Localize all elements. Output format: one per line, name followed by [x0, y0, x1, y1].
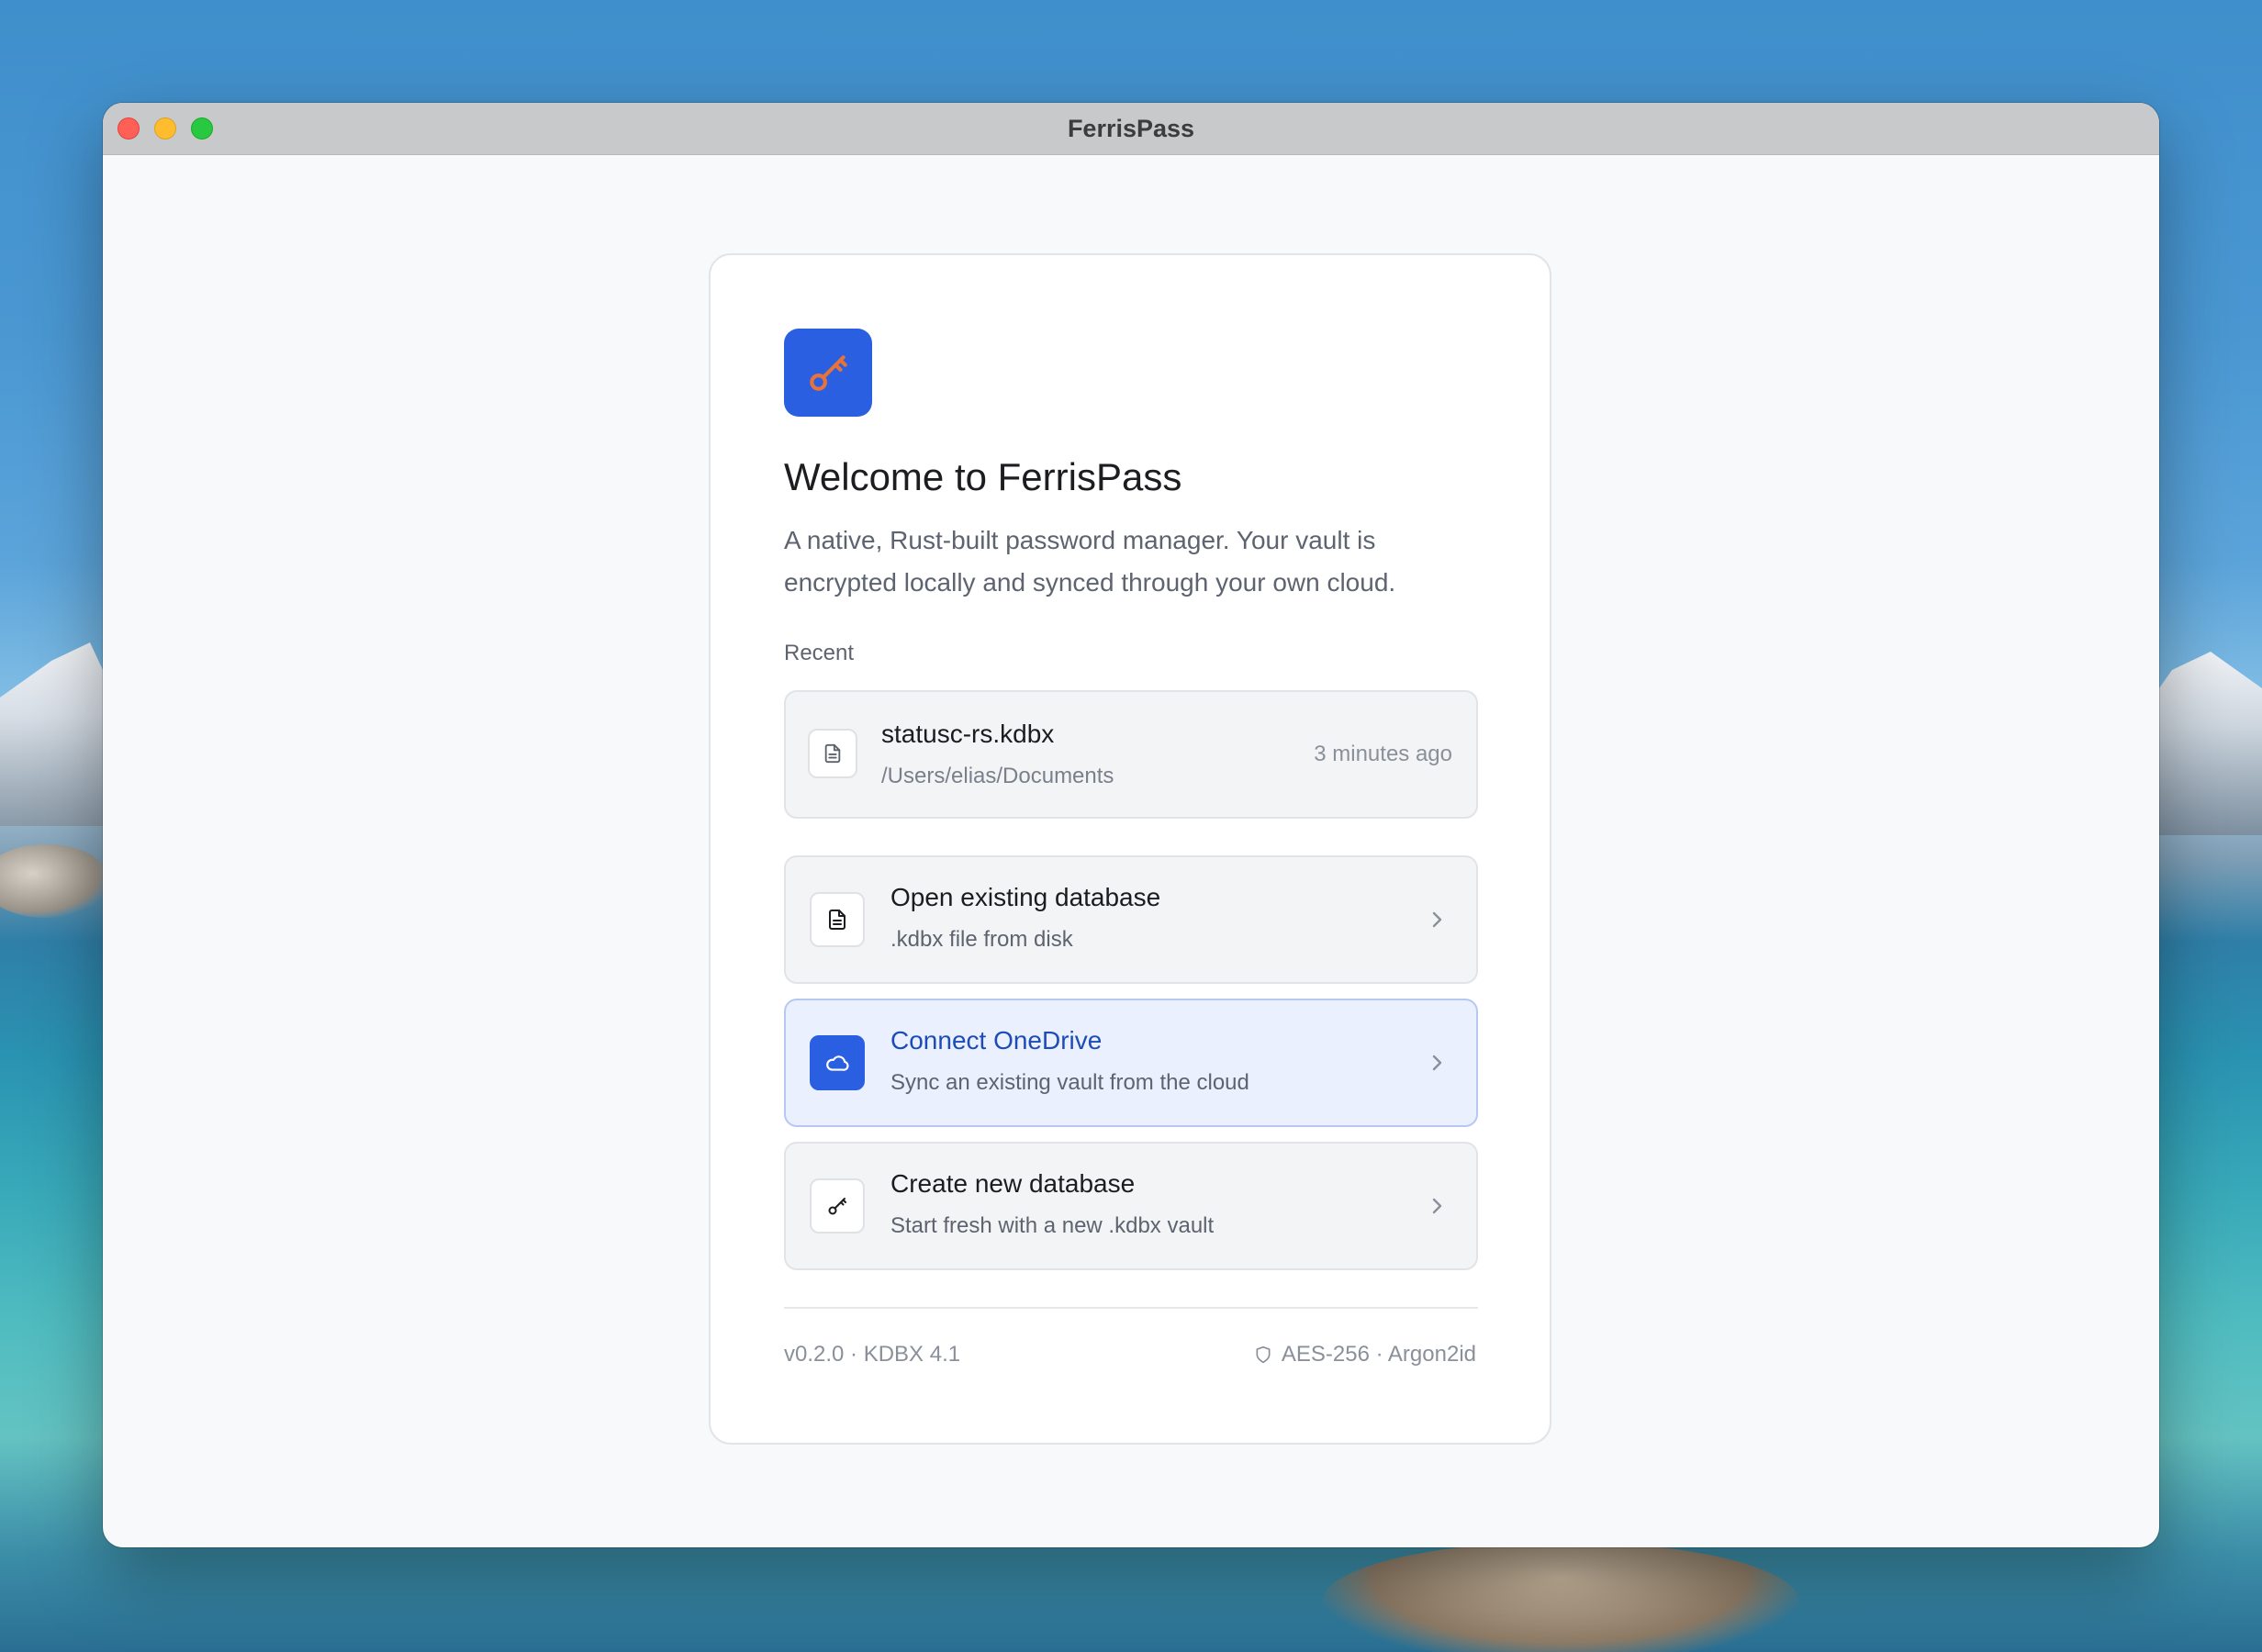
connect-onedrive-button[interactable]: Connect OneDrive Sync an existing vault … [784, 999, 1478, 1127]
chevron-right-icon [1427, 905, 1449, 934]
key-icon [810, 355, 847, 391]
recent-file-icon-box [808, 729, 857, 778]
action-subtitle: Start fresh with a new .kdbx vault [890, 1213, 1215, 1238]
document-icon [829, 910, 845, 930]
document-icon [824, 743, 841, 764]
action-title: Create new database [890, 1169, 1136, 1198]
app-description: A native, Rust-built password manager. Y… [784, 526, 1396, 597]
action-subtitle: Sync an existing vault from the cloud [890, 1070, 1249, 1095]
recent-filename: statusc-rs.kdbx [881, 720, 1055, 748]
window-title: FerrisPass [1067, 115, 1195, 142]
open-existing-database-button[interactable]: Open existing database .kdbx file from d… [784, 855, 1478, 984]
app-logo [784, 329, 872, 417]
footer-divider [784, 1307, 1478, 1309]
version-info: v0.2.0 · KDBX 4.1 [784, 1342, 961, 1367]
encryption-info: AES-256 · Argon2id [1254, 1342, 1476, 1367]
action-title: Open existing database [890, 883, 1161, 911]
recent-timestamp: 3 minutes ago [1314, 742, 1452, 766]
cloud-icon [826, 1055, 849, 1071]
create-new-database-button[interactable]: Create new database Start fresh with a n… [784, 1142, 1478, 1270]
app-window: FerrisPass Welcome to FerrisPass A nativ… [103, 103, 2159, 1547]
shield-icon [1254, 1345, 1272, 1365]
background-rock [1322, 1542, 1799, 1652]
page-title: Welcome to FerrisPass [784, 455, 1182, 498]
background-rock [0, 844, 110, 918]
action-title: Connect OneDrive [890, 1026, 1103, 1055]
create-database-icon-box [810, 1178, 865, 1233]
recent-database-item[interactable]: statusc-rs.kdbx /Users/elias/Documents 3… [784, 690, 1478, 819]
onedrive-icon-box [810, 1035, 865, 1090]
key-icon [828, 1198, 846, 1215]
recent-section-label: Recent [784, 641, 855, 665]
title-bar[interactable]: FerrisPass [103, 103, 2159, 155]
chevron-right-icon [1427, 1191, 1449, 1221]
recent-path: /Users/elias/Documents [881, 764, 1114, 788]
action-subtitle: .kdbx file from disk [890, 927, 1073, 952]
open-database-icon-box [810, 892, 865, 947]
chevron-right-icon [1427, 1048, 1449, 1077]
welcome-card: Welcome to FerrisPass A native, Rust-bui… [709, 253, 1551, 1445]
encryption-label: AES-256 · Argon2id [1281, 1342, 1476, 1367]
